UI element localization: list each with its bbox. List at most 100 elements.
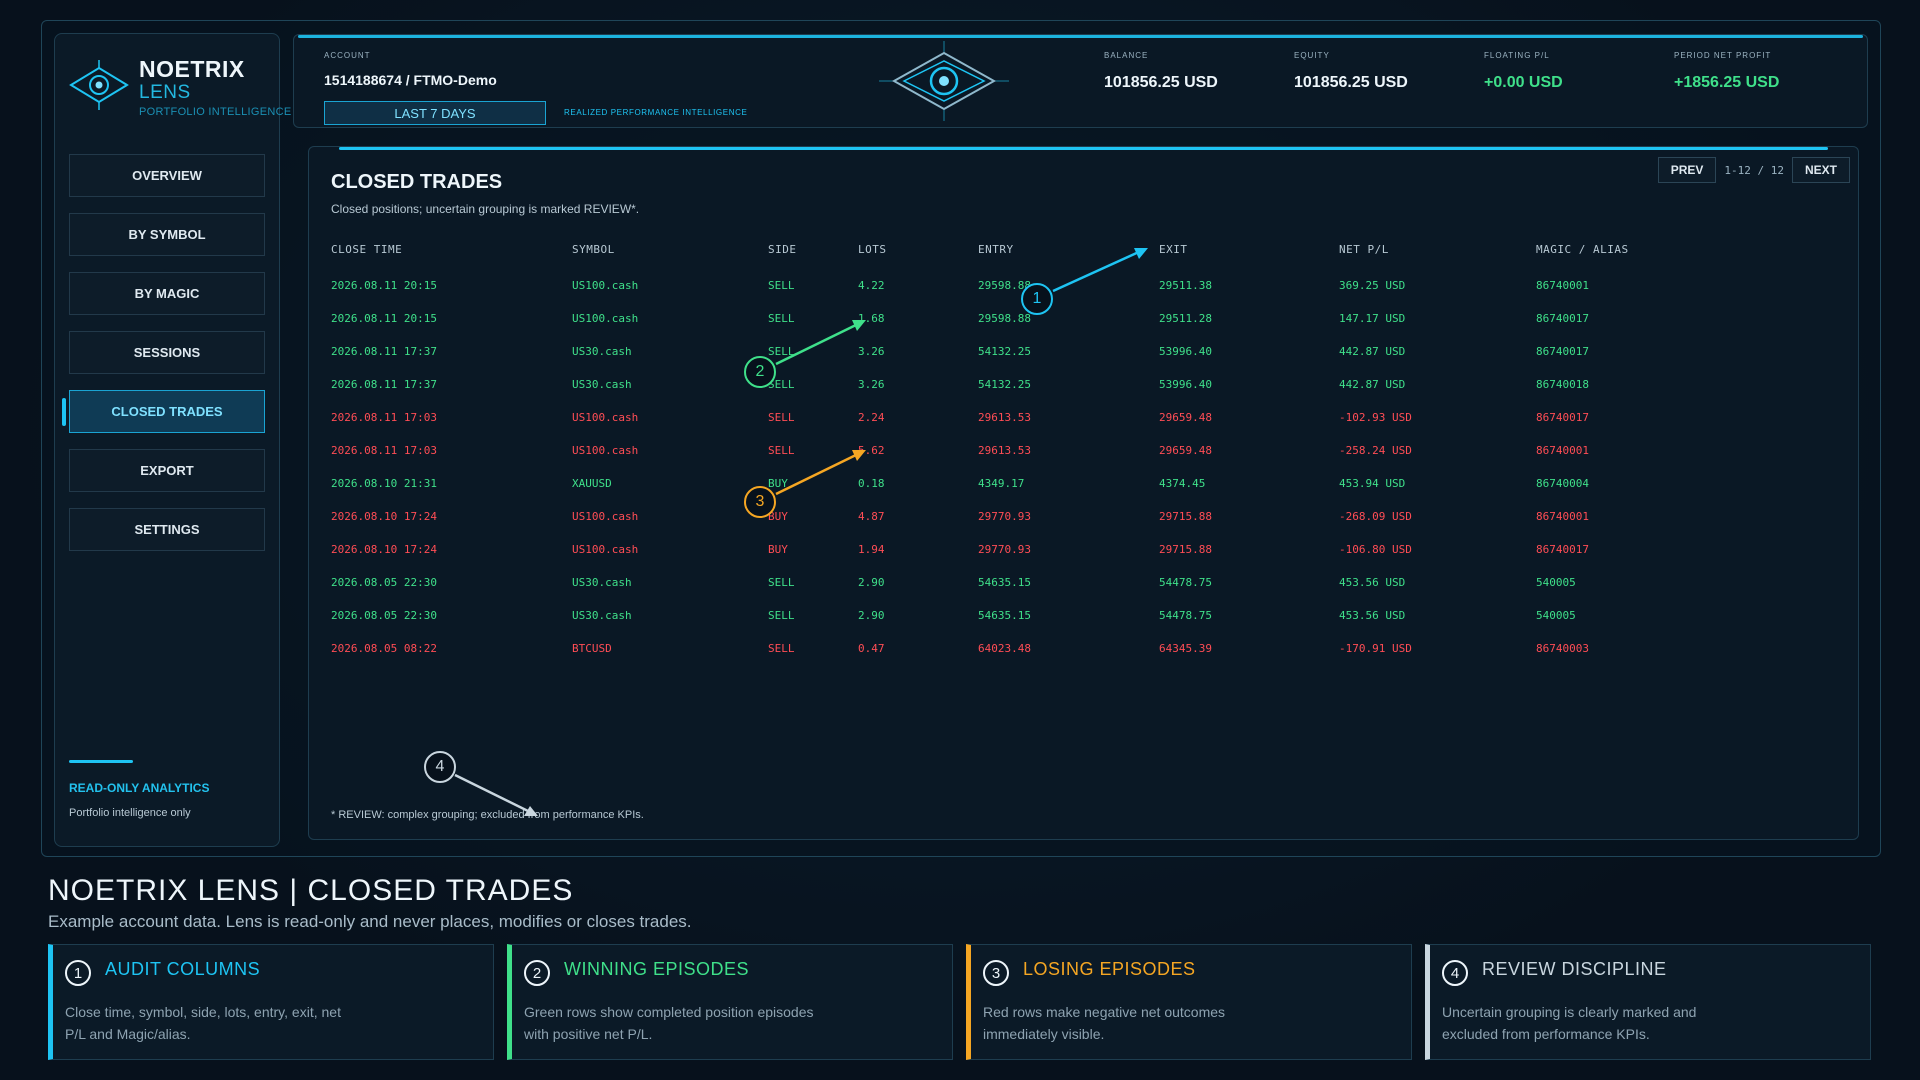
cell-net-pl: -170.91 USD [1339, 642, 1412, 655]
cell-side: SELL [768, 609, 795, 622]
sidebar-footer-subtitle: Portfolio intelligence only [69, 807, 191, 819]
card-number: 1 [65, 960, 91, 986]
cell-lots: 2.90 [858, 609, 885, 622]
cell-lots: 1.68 [858, 312, 885, 325]
page-info: 1-12 / 12 [1724, 163, 1784, 177]
sidebar-footer-title: READ-ONLY ANALYTICS [69, 781, 210, 795]
sidebar-nav: OVERVIEW BY SYMBOL BY MAGIC SESSIONS CLO… [62, 154, 265, 567]
sidebar-item-overview[interactable]: OVERVIEW [69, 154, 265, 197]
table-row[interactable]: 2026.08.11 17:03 US100.cash SELL 2.24 29613.… [331, 411, 1831, 444]
column-header-magic-alias[interactable]: MAGIC / ALIAS [1536, 243, 1629, 256]
cell-exit: 29511.28 [1159, 312, 1212, 325]
cell-side: SELL [768, 576, 795, 589]
cell-net-pl: -268.09 USD [1339, 510, 1412, 523]
cell-lots: 1.94 [858, 543, 885, 556]
next-page-button[interactable]: NEXT [1791, 157, 1850, 183]
cell-exit: 4374.45 [1159, 477, 1206, 490]
floating-pl-value: +0.00 USD [1484, 74, 1563, 91]
account-label: ACCOUNT [324, 51, 371, 60]
cell-exit: 29659.48 [1159, 444, 1212, 457]
cell-net-pl: -102.93 USD [1339, 411, 1412, 424]
column-header-side[interactable]: SIDE [768, 243, 797, 256]
table-row[interactable]: 2026.08.10 17:24 US100.cash BUY 4.87 29770.9… [331, 510, 1831, 543]
balance-value: 101856.25 USD [1104, 74, 1218, 91]
equity-value: 101856.25 USD [1294, 74, 1408, 91]
date-range-button[interactable]: LAST 7 DAYS [324, 101, 546, 125]
card-description: Uncertain grouping is clearly marked and… [1442, 1004, 1697, 1042]
column-header-symbol[interactable]: SYMBOL [572, 243, 615, 256]
cell-symbol: US100.cash [572, 444, 639, 457]
cell-symbol: BTCUSD [572, 642, 612, 655]
sidebar-item-settings[interactable]: SETTINGS [69, 508, 265, 551]
cell-symbol: US100.cash [572, 411, 639, 424]
cell-close-time: 2026.08.11 20:15 [331, 312, 437, 325]
cell-magic-alias: 86740017 [1536, 312, 1589, 325]
period-net-profit-label: PERIOD NET PROFIT [1674, 51, 1772, 60]
balance-label: BALANCE [1104, 51, 1149, 60]
cell-close-time: 2026.08.11 17:03 [331, 411, 437, 424]
card-description: Red rows make negative net outcomes imme… [983, 1004, 1226, 1042]
cell-close-time: 2026.08.11 20:15 [331, 279, 437, 292]
card-description: Green rows show completed position episo… [524, 1004, 814, 1042]
account-info: ACCOUNT 1514188674 / FTMO-Demo [324, 51, 497, 88]
table-row[interactable]: 2026.08.05 22:30 US30.cash SELL 2.90 54635.1… [331, 609, 1831, 642]
floating-pl-metric: FLOATING P/L +0.00 USD [1484, 51, 1563, 92]
cell-side: BUY [768, 543, 788, 556]
card-number: 4 [1442, 960, 1468, 986]
period-net-profit-metric: PERIOD NET PROFIT +1856.25 USD [1674, 51, 1779, 92]
table-row[interactable]: 2026.08.11 20:15 US100.cash SELL 4.22 29598.… [331, 279, 1831, 312]
cell-entry: 29770.93 [978, 510, 1031, 523]
cell-lots: 2.24 [858, 411, 885, 424]
cell-net-pl: 453.56 USD [1339, 609, 1406, 622]
sidebar-item-sessions[interactable]: SESSIONS [69, 331, 265, 374]
header-accent-line [298, 35, 1863, 38]
cell-magic-alias: 86740017 [1536, 411, 1589, 424]
prev-page-button[interactable]: PREV [1657, 157, 1717, 183]
cell-net-pl: 453.56 USD [1339, 576, 1406, 589]
cell-symbol: US30.cash [572, 345, 632, 358]
sidebar-item-closed-trades[interactable]: CLOSED TRADES [62, 390, 265, 433]
table-row[interactable]: 2026.08.10 21:31 XAUUSD BUY 0.18 4349.17 4374… [331, 477, 1831, 510]
cell-symbol: US100.cash [572, 312, 639, 325]
column-header-lots[interactable]: LOTS [858, 243, 887, 256]
cell-exit: 29511.38 [1159, 279, 1212, 292]
cell-exit: 29715.88 [1159, 543, 1212, 556]
table-row[interactable]: 2026.08.05 08:22 BTCUSD SELL 0.47 64023.48 64… [331, 642, 1831, 675]
table-row[interactable]: 2026.08.05 22:30 US30.cash SELL 2.90 54635.1… [331, 576, 1831, 609]
table-row[interactable]: 2026.08.10 17:24 US100.cash BUY 1.94 29770.9… [331, 543, 1831, 576]
cell-symbol: US30.cash [572, 609, 632, 622]
panel-accent-line [339, 147, 1828, 150]
cell-exit: 54478.75 [1159, 576, 1212, 589]
cell-lots: 0.47 [858, 642, 885, 655]
cell-close-time: 2026.08.11 17:37 [331, 345, 437, 358]
cell-side: SELL [768, 642, 795, 655]
column-header-net-pl[interactable]: NET P/L [1339, 243, 1389, 256]
cell-magic-alias: 540005 [1536, 609, 1576, 622]
cell-close-time: 2026.08.10 17:24 [331, 510, 437, 523]
callout-number-2: 2 [755, 363, 765, 380]
cell-net-pl: 453.94 USD [1339, 477, 1406, 490]
cell-close-time: 2026.08.05 08:22 [331, 642, 437, 655]
column-header-entry[interactable]: ENTRY [978, 243, 1014, 256]
period-net-profit-value: +1856.25 USD [1674, 74, 1780, 91]
cell-magic-alias: 86740017 [1536, 543, 1589, 556]
table-row[interactable]: 2026.08.11 17:37 US30.cash SELL 3.26 54132.2… [331, 378, 1831, 411]
cell-lots: 3.26 [858, 345, 885, 358]
floating-pl-label: FLOATING P/L [1484, 51, 1550, 60]
closed-trades-panel: CLOSED TRADES Closed positions; uncertai… [308, 146, 1859, 840]
column-header-exit[interactable]: EXIT [1159, 243, 1188, 256]
cell-net-pl: 147.17 USD [1339, 312, 1406, 325]
cell-entry: 29613.53 [978, 444, 1031, 457]
equity-metric: EQUITY 101856.25 USD [1294, 51, 1408, 92]
sidebar-item-export[interactable]: EXPORT [69, 449, 265, 492]
table-row[interactable]: 2026.08.11 20:15 US100.cash SELL 1.68 29598.… [331, 312, 1831, 345]
table-row[interactable]: 2026.08.11 17:37 US30.cash SELL 3.26 54132.2… [331, 345, 1831, 378]
callout-number-3: 3 [755, 493, 765, 510]
sidebar-item-by-symbol[interactable]: BY SYMBOL [69, 213, 265, 256]
table-row[interactable]: 2026.08.11 17:03 US100.cash SELL 5.62 29613.… [331, 444, 1831, 477]
pagination: PREV 1-12 / 12 NEXT [1657, 157, 1850, 183]
card-title: REVIEW DISCIPLINE [1482, 959, 1667, 979]
cell-close-time: 2026.08.05 22:30 [331, 609, 437, 622]
sidebar-item-by-magic[interactable]: BY MAGIC [69, 272, 265, 315]
column-header-close-time[interactable]: CLOSE TIME [331, 243, 402, 256]
